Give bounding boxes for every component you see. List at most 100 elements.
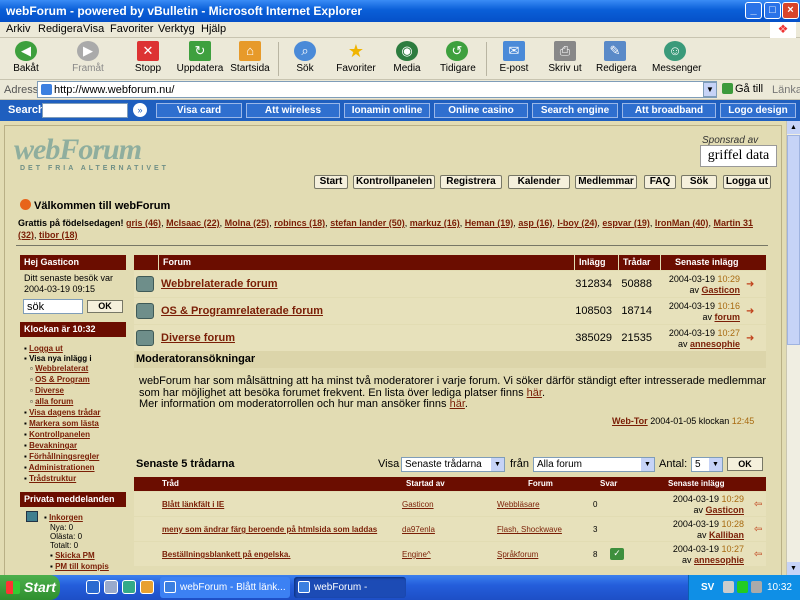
thread-forum-link[interactable]: Flash, Shockwave bbox=[497, 525, 562, 534]
page-scrollbar[interactable]: ▲ ▼ bbox=[786, 121, 800, 575]
stop-button[interactable]: ✕ Stopp bbox=[132, 41, 164, 74]
thread-starter-link[interactable]: Gasticon bbox=[402, 500, 434, 509]
refresh-button[interactable]: ↻ Uppdatera bbox=[176, 41, 224, 74]
quicklaunch-desktop-icon[interactable] bbox=[104, 580, 118, 594]
quicklaunch-ie-icon[interactable] bbox=[86, 580, 100, 594]
birthday-user[interactable]: asp (16) bbox=[518, 218, 552, 228]
edit-button[interactable]: ✎ Redigera bbox=[596, 41, 637, 74]
taskbar-task-2[interactable]: webForum - powered... bbox=[294, 577, 406, 598]
birthday-user[interactable]: robincs (18) bbox=[274, 218, 325, 228]
nav-medlemmar[interactable]: Medlemmar bbox=[575, 175, 637, 189]
maximize-button[interactable]: □ bbox=[764, 2, 781, 19]
moderator-info-link[interactable]: här bbox=[450, 398, 465, 410]
pm-inbox-link[interactable]: ▪ Inkorgen bbox=[44, 513, 83, 522]
sidebar-link-kontrollpanelen[interactable]: ▪ Kontrollpanelen bbox=[24, 430, 90, 439]
birthday-user[interactable]: markuz (16) bbox=[410, 218, 460, 228]
nav-sok[interactable]: Sök bbox=[681, 175, 717, 189]
menu-visa[interactable]: Visa bbox=[83, 23, 104, 35]
sidebar-search-input[interactable] bbox=[23, 299, 83, 314]
sidebar-link-tradstruktur[interactable]: ▪ Trådstruktur bbox=[24, 474, 76, 483]
table-row[interactable]: Beställningsblankett på engelska. Engine… bbox=[134, 542, 766, 566]
sidebar-link-logga-ut[interactable]: ▪ Logga ut bbox=[24, 344, 63, 353]
thread-forum-link[interactable]: Webbläsare bbox=[497, 500, 540, 509]
forum-row[interactable]: Diverse forum 385029 21535 2004-03-19 10… bbox=[134, 325, 766, 351]
nav-kontrollpanelen[interactable]: Kontrollpanelen bbox=[353, 175, 435, 189]
back-button[interactable]: ◀ Bakåt bbox=[8, 41, 44, 74]
thread-starter-link[interactable]: da97enla bbox=[402, 525, 435, 534]
menu-arkiv[interactable]: Arkiv bbox=[6, 23, 30, 35]
search-toolbar-input[interactable] bbox=[42, 103, 128, 118]
close-button[interactable]: × bbox=[782, 2, 799, 19]
sponsor-link-visa-card[interactable]: Visa card bbox=[156, 103, 242, 118]
latest-type-select[interactable]: Senaste trådarna ▼ bbox=[401, 457, 505, 472]
goto-last-post-icon[interactable]: ⇦ bbox=[754, 549, 762, 560]
quicklaunch-media-icon[interactable] bbox=[122, 580, 136, 594]
thread-forum-link[interactable]: Språkforum bbox=[497, 550, 538, 559]
latest-forum-select[interactable]: Alla forum ▼ bbox=[533, 457, 655, 472]
latest-count-select[interactable]: 5 ▼ bbox=[691, 457, 723, 472]
nav-start[interactable]: Start bbox=[314, 175, 348, 189]
birthday-user[interactable]: Heman (19) bbox=[465, 218, 514, 228]
sidebar-search-ok-button[interactable]: OK bbox=[87, 300, 123, 313]
quicklaunch-mail-icon[interactable] bbox=[140, 580, 154, 594]
sidebar-link-markera-lasta[interactable]: ▪ Markera som lästa bbox=[24, 419, 99, 428]
forum-link[interactable]: OS & Programrelaterade forum bbox=[161, 305, 323, 317]
home-button[interactable]: ⌂ Startsida bbox=[230, 41, 270, 74]
pm-send-link[interactable]: ▪ Skicka PM bbox=[50, 551, 95, 560]
nav-logga-ut[interactable]: Logga ut bbox=[723, 175, 771, 189]
goto-last-post-icon[interactable]: ➜ bbox=[746, 279, 754, 290]
menu-hjalp[interactable]: Hjälp bbox=[201, 23, 226, 35]
forum-link[interactable]: Webbrelaterade forum bbox=[161, 278, 278, 290]
language-indicator[interactable]: SV bbox=[701, 582, 714, 593]
goto-last-post-icon[interactable]: ⇦ bbox=[754, 499, 762, 510]
menu-redigera[interactable]: Redigera bbox=[38, 23, 83, 35]
scroll-down-icon[interactable]: ▼ bbox=[787, 562, 800, 575]
sponsor-link-search-engine[interactable]: Search engine bbox=[532, 103, 618, 118]
birthday-user[interactable]: Molna (25) bbox=[225, 218, 270, 228]
forum-row[interactable]: Webbrelaterade forum 312834 50888 2004-0… bbox=[134, 271, 766, 297]
links-button[interactable]: Länkar bbox=[772, 84, 800, 96]
sponsor-link-ionamin[interactable]: Ionamin online bbox=[344, 103, 430, 118]
sidebar-link-administrationen[interactable]: ▪ Administrationen bbox=[24, 463, 95, 472]
address-dropdown-icon[interactable]: ▼ bbox=[703, 82, 717, 97]
address-input[interactable] bbox=[37, 81, 717, 98]
thread-link[interactable]: Blått länkfält i IE bbox=[162, 500, 224, 509]
favorites-button[interactable]: ★ Favoriter bbox=[334, 41, 378, 74]
site-logo[interactable]: webForum bbox=[14, 133, 142, 167]
forum-row[interactable]: OS & Programrelaterade forum 108503 1871… bbox=[134, 298, 766, 324]
search-button[interactable]: ⌕ Sök bbox=[290, 41, 320, 74]
menu-verktyg[interactable]: Verktyg bbox=[158, 23, 195, 35]
birthday-user[interactable]: IronMan (40) bbox=[655, 218, 709, 228]
sponsor-link-casino[interactable]: Online casino bbox=[434, 103, 528, 118]
birthday-user[interactable]: espvar (19) bbox=[602, 218, 650, 228]
print-button[interactable]: ⎙ Skriv ut bbox=[548, 41, 582, 74]
birthday-user[interactable]: l-boy (24) bbox=[557, 218, 597, 228]
table-row[interactable]: Blått länkfält i IE Gasticon Webbläsare … bbox=[134, 492, 766, 516]
tray-clock-icon[interactable] bbox=[723, 581, 734, 593]
nav-faq[interactable]: FAQ bbox=[644, 175, 676, 189]
menu-favoriter[interactable]: Favoriter bbox=[110, 23, 153, 35]
birthday-user[interactable]: McIsaac (22) bbox=[166, 218, 220, 228]
sponsor-link-logo-design[interactable]: Logo design bbox=[720, 103, 796, 118]
sidebar-link-webbrelaterat[interactable]: ▫ Webbrelaterat bbox=[30, 364, 88, 373]
media-button[interactable]: ◉ Media bbox=[392, 41, 422, 74]
scroll-up-icon[interactable]: ▲ bbox=[787, 121, 800, 134]
goto-last-post-icon[interactable]: ➜ bbox=[746, 306, 754, 317]
search-toolbar-go-icon[interactable]: » bbox=[133, 103, 147, 117]
taskbar-task-1[interactable]: webForum - Blått länk... bbox=[160, 577, 290, 598]
goto-last-post-icon[interactable]: ⇦ bbox=[754, 524, 762, 535]
sidebar-link-alla-forum[interactable]: ▫ alla forum bbox=[30, 397, 73, 406]
history-button[interactable]: ↺ Tidigare bbox=[440, 41, 476, 74]
forum-link[interactable]: Diverse forum bbox=[161, 332, 235, 344]
sidebar-link-dagens-tradar[interactable]: ▪ Visa dagens trådar bbox=[24, 408, 101, 417]
thread-starter-link[interactable]: Engine^ bbox=[402, 550, 431, 559]
sidebar-link-diverse[interactable]: ▫ Diverse bbox=[30, 386, 64, 395]
sponsor-link-att-wireless[interactable]: Att wireless bbox=[246, 103, 340, 118]
birthday-user[interactable]: stefan lander (50) bbox=[330, 218, 405, 228]
sidebar-link-os-program[interactable]: ▫ OS & Program bbox=[30, 375, 90, 384]
nav-registrera[interactable]: Registrera bbox=[440, 175, 502, 189]
sidebar-link-bevakningar[interactable]: ▪ Bevakningar bbox=[24, 441, 77, 450]
pm-friend-link[interactable]: ▪ PM till kompis bbox=[50, 562, 109, 571]
birthday-user[interactable]: tibor (18) bbox=[39, 230, 78, 240]
sidebar-link-forhallningsregler[interactable]: ▪ Förhållningsregler bbox=[24, 452, 99, 461]
